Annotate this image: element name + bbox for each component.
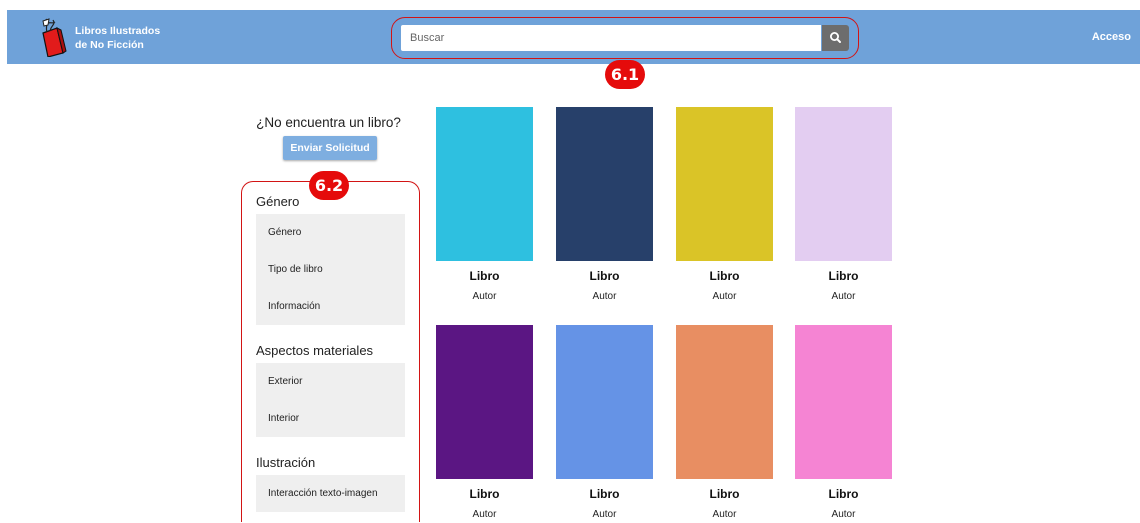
annotation-badge-6-2: 6.2 [309,171,349,200]
filter-panel-ilustracion: Interacción texto-imagen [256,475,405,512]
book-author: Autor [712,509,737,520]
book-title[interactable]: Libro [436,487,533,501]
book-cover[interactable] [436,325,533,479]
book-card[interactable]: Libro Autor [676,107,773,302]
filter-section-title-aspectos-materiales: Aspectos materiales [256,343,374,358]
login-link[interactable]: Acceso [1092,31,1131,43]
book-logo-icon[interactable] [37,17,71,58]
book-title[interactable]: Libro [556,269,653,283]
filter-panel-aspectos-materiales: Exterior Interior [256,363,405,437]
book-title[interactable]: Libro [676,487,773,501]
book-card[interactable]: Libro Autor [795,107,892,302]
book-cover[interactable] [676,107,773,261]
filter-item-tipo-de-libro[interactable]: Tipo de libro [268,264,323,275]
book-cover[interactable] [795,107,892,261]
filter-section-title-ilustracion: Ilustración [256,455,316,470]
search-input[interactable] [401,25,821,51]
book-title[interactable]: Libro [676,269,773,283]
book-author: Autor [472,509,497,520]
filter-item-informacion[interactable]: Información [268,301,320,312]
filter-item-interior[interactable]: Interior [268,413,299,424]
search-icon [829,32,841,43]
annotation-badge-6-1: 6.1 [605,60,645,89]
filter-item-genero[interactable]: Género [268,227,301,238]
book-card[interactable]: Libro Autor [436,107,533,302]
book-author: Autor [712,291,737,302]
book-author: Autor [472,291,497,302]
filter-panel-genero: Género Tipo de libro Información [256,214,405,325]
book-author: Autor [592,509,617,520]
book-cover[interactable] [795,325,892,479]
book-card[interactable]: Libro Autor [676,325,773,520]
book-cover[interactable] [676,325,773,479]
book-author: Autor [831,291,856,302]
filter-item-exterior[interactable]: Exterior [268,376,302,387]
book-title[interactable]: Libro [795,487,892,501]
filter-section-title-genero: Género [256,194,300,209]
missing-book-question: ¿No encuentra un libro? [256,115,401,130]
book-title[interactable]: Libro [556,487,653,501]
book-cover[interactable] [436,107,533,261]
send-request-button[interactable]: Enviar Solicitud [283,136,377,160]
site-title[interactable]: Libros Ilustrados de No Ficción [75,24,160,52]
book-cover[interactable] [556,107,653,261]
book-author: Autor [592,291,617,302]
book-cover[interactable] [556,325,653,479]
book-title[interactable]: Libro [436,269,533,283]
filter-item-interaccion-texto-imagen[interactable]: Interacción texto-imagen [268,488,378,499]
search-button[interactable] [822,25,849,51]
book-author: Autor [831,509,856,520]
book-card[interactable]: Libro Autor [556,107,653,302]
site-title-line1: Libros Ilustrados [75,25,161,37]
book-card[interactable]: Libro Autor [436,325,533,520]
search-annotation-box [391,17,859,59]
book-title[interactable]: Libro [795,269,892,283]
book-card[interactable]: Libro Autor [556,325,653,520]
book-card[interactable]: Libro Autor [795,325,892,520]
site-title-line2: de No Ficción [75,39,144,51]
